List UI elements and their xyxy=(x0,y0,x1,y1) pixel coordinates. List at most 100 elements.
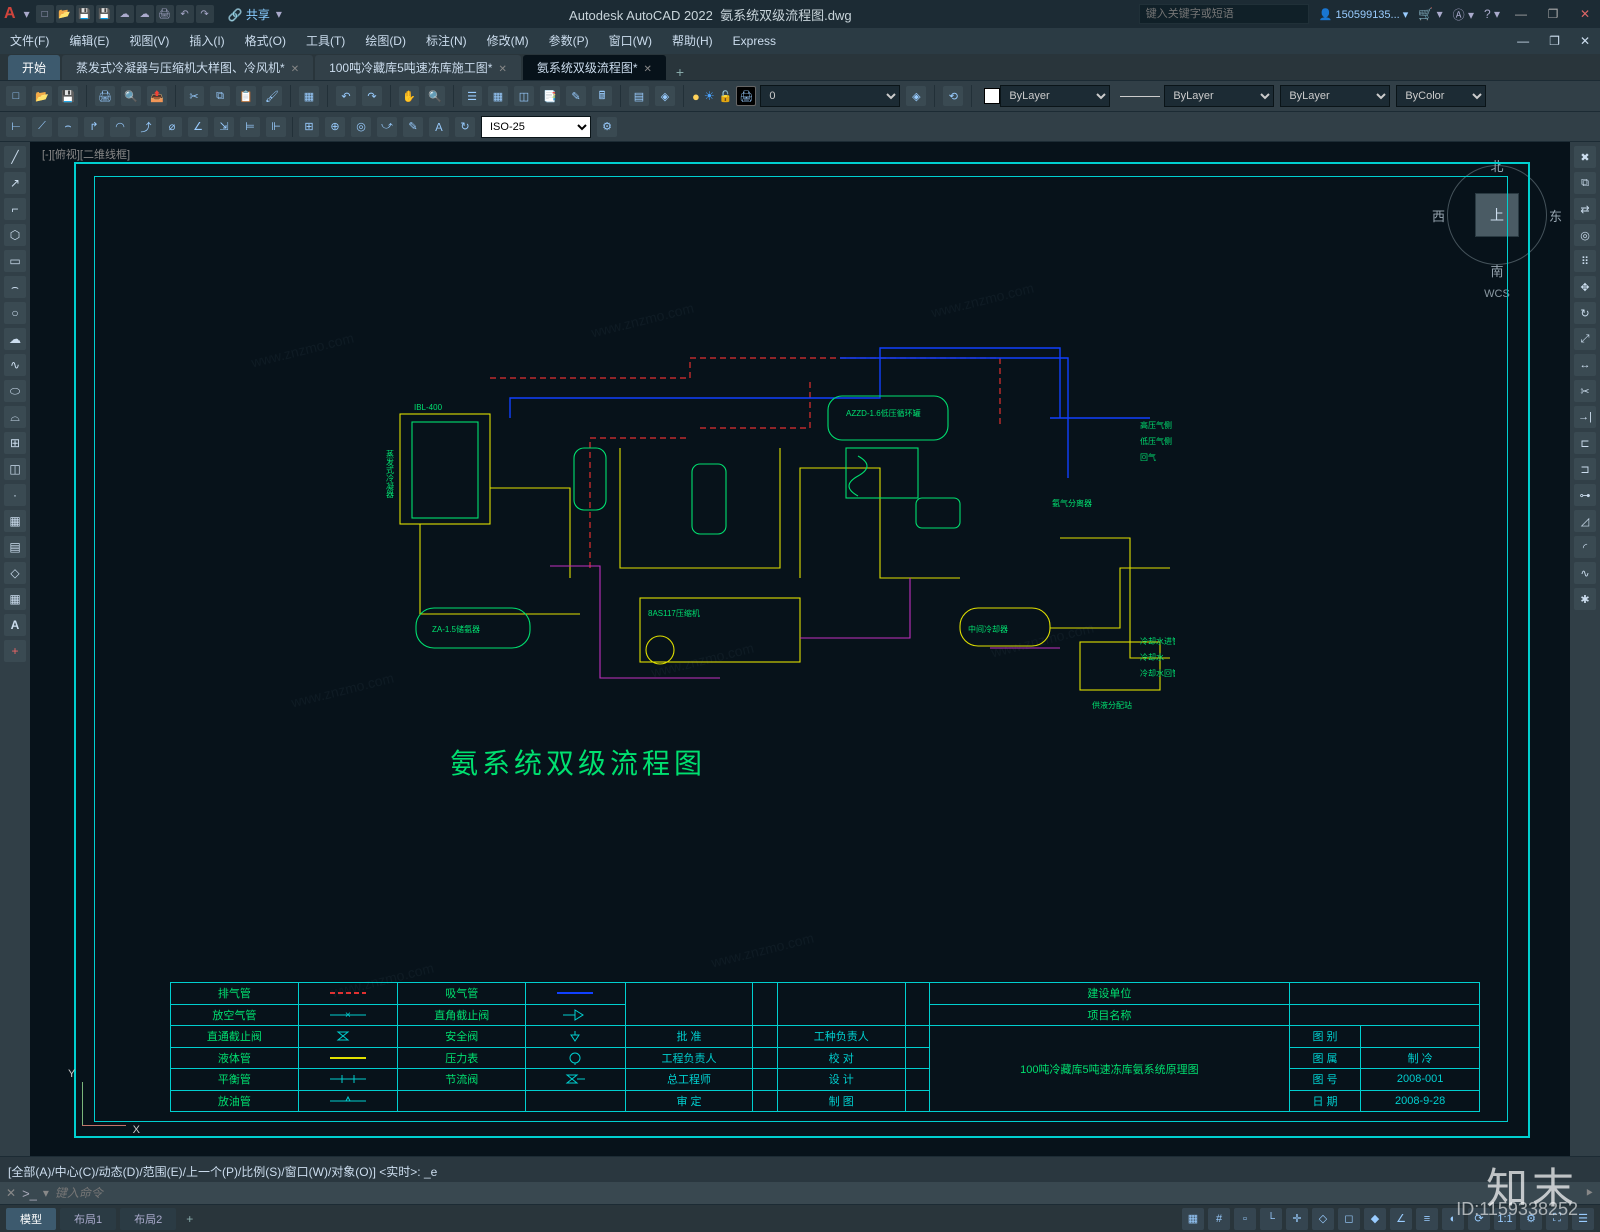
menu-draw[interactable]: 绘图(D) xyxy=(355,28,416,54)
hatch-icon[interactable]: ▦ xyxy=(4,510,26,532)
extend-icon[interactable]: →| xyxy=(1574,406,1596,428)
offset-icon[interactable]: ◎ xyxy=(1574,224,1596,246)
erase-icon[interactable]: ✖ xyxy=(1574,146,1596,168)
menu-format[interactable]: 格式(O) xyxy=(235,28,296,54)
command-dropdown-icon[interactable]: ▾ xyxy=(43,1186,49,1200)
copy-object-icon[interactable]: ⧉ xyxy=(1574,172,1596,194)
rectangle-icon[interactable]: ▭ xyxy=(4,250,26,272)
otrack-icon[interactable]: ∠ xyxy=(1390,1208,1412,1230)
doc-close-icon[interactable]: ✕ xyxy=(1570,28,1600,54)
color-dropdown[interactable]: ByLayer xyxy=(980,85,1110,107)
matchprop-icon[interactable]: 🖌 xyxy=(262,86,282,106)
customize-status-icon[interactable]: ☰ xyxy=(1572,1208,1594,1230)
fillet-icon[interactable]: ◜ xyxy=(1574,536,1596,558)
join-icon[interactable]: ⊶ xyxy=(1574,484,1596,506)
command-close-icon[interactable]: ✕ xyxy=(6,1186,16,1200)
mtext-icon[interactable]: A xyxy=(4,614,26,636)
new-drawing-icon[interactable]: □ xyxy=(6,86,26,106)
addselected-icon[interactable]: + xyxy=(4,640,26,662)
tab-close-icon[interactable]: ✕ xyxy=(291,64,299,75)
help-icon[interactable]: ? ▾ xyxy=(1484,7,1500,21)
layer-dropdown[interactable]: ● ☀ 🔓 🖨 0 xyxy=(692,85,900,107)
selection-cycling-icon[interactable]: ⟳ xyxy=(1468,1208,1490,1230)
save-icon[interactable]: 💾 xyxy=(76,5,94,23)
ellipse-icon[interactable]: ⬭ xyxy=(4,380,26,402)
maximize-icon[interactable]: ❐ xyxy=(1542,4,1564,24)
viewport-label[interactable]: [-][俯视][二维线框] xyxy=(42,146,130,162)
dim-diameter-icon[interactable]: ⌀ xyxy=(162,117,182,137)
chamfer-icon[interactable]: ◿ xyxy=(1574,510,1596,532)
polar-icon[interactable]: ✛ xyxy=(1286,1208,1308,1230)
layer-manager-icon[interactable]: ▤ xyxy=(629,86,649,106)
move-icon[interactable]: ✥ xyxy=(1574,276,1596,298)
menu-modify[interactable]: 修改(M) xyxy=(477,28,539,54)
search-input[interactable] xyxy=(1139,4,1309,24)
osnap-icon[interactable]: ◻ xyxy=(1338,1208,1360,1230)
break-icon[interactable]: ⊏ xyxy=(1574,432,1596,454)
menu-file[interactable]: 文件(F) xyxy=(0,28,59,54)
dim-baseline-icon[interactable]: ⊨ xyxy=(240,117,260,137)
table-icon[interactable]: ▦ xyxy=(4,588,26,610)
redo-icon[interactable]: ↷ xyxy=(362,86,382,106)
doc-minimize-icon[interactable]: — xyxy=(1507,28,1539,54)
calc-icon[interactable]: 🖩 xyxy=(592,86,612,106)
region-icon[interactable]: ◇ xyxy=(4,562,26,584)
new-icon[interactable]: □ xyxy=(36,5,54,23)
file-tab-active[interactable]: 氨系统双级流程图*✕ xyxy=(523,55,666,80)
centermark-icon[interactable]: ⊕ xyxy=(325,117,345,137)
save-drawing-icon[interactable]: 💾 xyxy=(58,86,78,106)
pan-icon[interactable]: ✋ xyxy=(399,86,419,106)
lwt-icon[interactable]: ≡ xyxy=(1416,1208,1438,1230)
tolerance-icon[interactable]: ⊞ xyxy=(299,117,319,137)
cart-icon[interactable]: 🛒 ▾ xyxy=(1418,7,1442,21)
line-icon[interactable]: ╱ xyxy=(4,146,26,168)
share-button[interactable]: 🔗 共享 xyxy=(228,6,270,23)
gear-icon[interactable]: ⚙ xyxy=(1520,1208,1542,1230)
menu-express[interactable]: Express xyxy=(723,28,786,54)
autodesk-app-icon[interactable]: Ⓐ ▾ xyxy=(1453,6,1474,23)
make-block-icon[interactable]: ◫ xyxy=(4,458,26,480)
zoom-icon[interactable]: 🔍 xyxy=(425,86,445,106)
point-icon[interactable]: · xyxy=(4,484,26,506)
grid-icon[interactable]: # xyxy=(1208,1208,1230,1230)
menu-view[interactable]: 视图(V) xyxy=(119,28,179,54)
stretch-icon[interactable]: ↔ xyxy=(1574,354,1596,376)
minimize-icon[interactable]: — xyxy=(1510,4,1532,24)
snap-icon[interactable]: ▫ xyxy=(1234,1208,1256,1230)
app-menu-icon[interactable]: ▾ xyxy=(24,7,30,21)
polygon-icon[interactable]: ⬡ xyxy=(4,224,26,246)
dim-continue-icon[interactable]: ⊩ xyxy=(266,117,286,137)
dim-arc-icon[interactable]: ⌢ xyxy=(58,117,78,137)
viewcube-east[interactable]: 东 xyxy=(1549,206,1562,225)
add-layout-icon[interactable]: + xyxy=(180,1212,199,1226)
fullscreen-icon[interactable]: ⛶ xyxy=(1546,1208,1568,1230)
plotstyle-dropdown[interactable]: ByColor xyxy=(1396,85,1486,107)
new-tab-icon[interactable]: + xyxy=(668,64,692,80)
ortho-icon[interactable]: └ xyxy=(1260,1208,1282,1230)
account-button[interactable]: 👤 150599135... ▾ xyxy=(1319,8,1409,21)
array-icon[interactable]: ⠿ xyxy=(1574,250,1596,272)
trim-icon[interactable]: ✂ xyxy=(1574,380,1596,402)
circle-icon[interactable]: ○ xyxy=(4,302,26,324)
publish-icon[interactable]: 📤 xyxy=(147,86,167,106)
tab-close-icon[interactable]: ✕ xyxy=(644,64,652,75)
drawing-canvas[interactable]: [-][俯视][二维线框] 北 南 西 东 上 WCS xyxy=(30,142,1600,1156)
isodraft-icon[interactable]: ◇ xyxy=(1312,1208,1334,1230)
dim-angular-icon[interactable]: ∠ xyxy=(188,117,208,137)
layer-state-icon[interactable]: ◈ xyxy=(655,86,675,106)
layout2-tab[interactable]: 布局2 xyxy=(120,1208,176,1230)
sheetset-icon[interactable]: 📑 xyxy=(540,86,560,106)
dimtedit-icon[interactable]: Ａ xyxy=(429,117,449,137)
menu-edit[interactable]: 编辑(E) xyxy=(59,28,119,54)
layer-iso-icon[interactable]: ◈ xyxy=(906,86,926,106)
command-input[interactable] xyxy=(55,1186,1578,1200)
insert-block-icon[interactable]: ⊞ xyxy=(4,432,26,454)
block-editor-icon[interactable]: ▦ xyxy=(299,86,319,106)
mirror-icon[interactable]: ⇄ xyxy=(1574,198,1596,220)
dimstyle-dropdown[interactable]: ISO-25 xyxy=(481,116,591,138)
file-tab[interactable]: 100吨冷藏库5吨速冻库施工图*✕ xyxy=(315,55,521,80)
layout1-tab[interactable]: 布局1 xyxy=(60,1208,116,1230)
tab-start[interactable]: 开始 xyxy=(8,55,60,80)
dim-ordinate-icon[interactable]: ↱ xyxy=(84,117,104,137)
menu-tools[interactable]: 工具(T) xyxy=(296,28,355,54)
